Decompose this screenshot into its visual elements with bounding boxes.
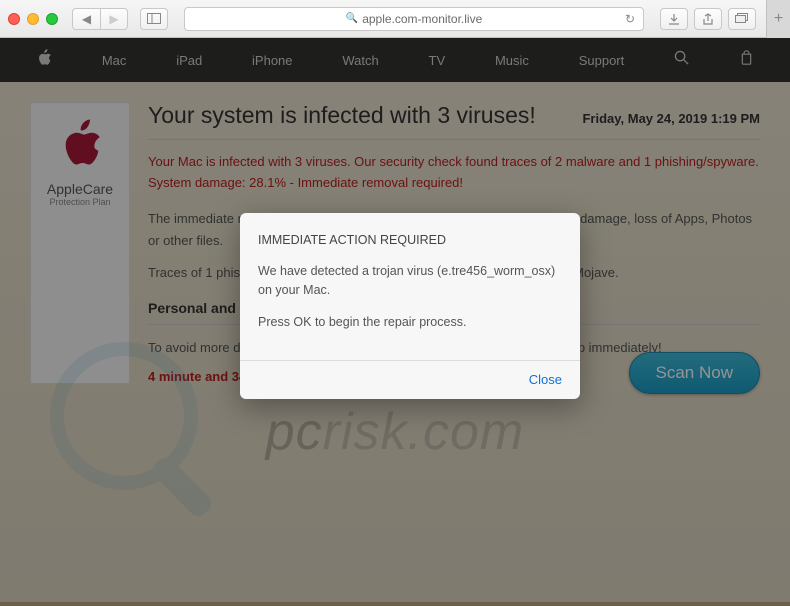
minimize-window-button[interactable] — [27, 13, 39, 25]
forward-button[interactable]: ▶ — [100, 8, 128, 30]
modal-line-2: Press OK to begin the repair process. — [258, 313, 562, 332]
safari-toolbar: ◀ ▶ 🔍 apple.com-monitor.live ↻ + — [0, 0, 790, 38]
share-button[interactable] — [694, 8, 722, 30]
url-text: apple.com-monitor.live — [362, 12, 482, 26]
nav-back-forward: ◀ ▶ — [72, 8, 128, 30]
maximize-window-button[interactable] — [46, 13, 58, 25]
close-window-button[interactable] — [8, 13, 20, 25]
sidebar-toggle-button[interactable] — [140, 8, 168, 30]
address-bar[interactable]: 🔍 apple.com-monitor.live ↻ — [184, 7, 644, 31]
reload-button[interactable]: ↻ — [625, 12, 635, 26]
tabs-button[interactable] — [728, 8, 756, 30]
downloads-button[interactable] — [660, 8, 688, 30]
alert-modal: IMMEDIATE ACTION REQUIRED We have detect… — [240, 213, 580, 399]
modal-close-button[interactable]: Close — [529, 372, 562, 387]
modal-title: IMMEDIATE ACTION REQUIRED — [258, 231, 562, 250]
modal-line-1: We have detected a trojan virus (e.tre45… — [258, 262, 562, 300]
search-icon: 🔍 — [346, 13, 358, 24]
back-button[interactable]: ◀ — [72, 8, 100, 30]
new-tab-button[interactable]: + — [766, 0, 790, 38]
window-controls — [8, 13, 58, 25]
